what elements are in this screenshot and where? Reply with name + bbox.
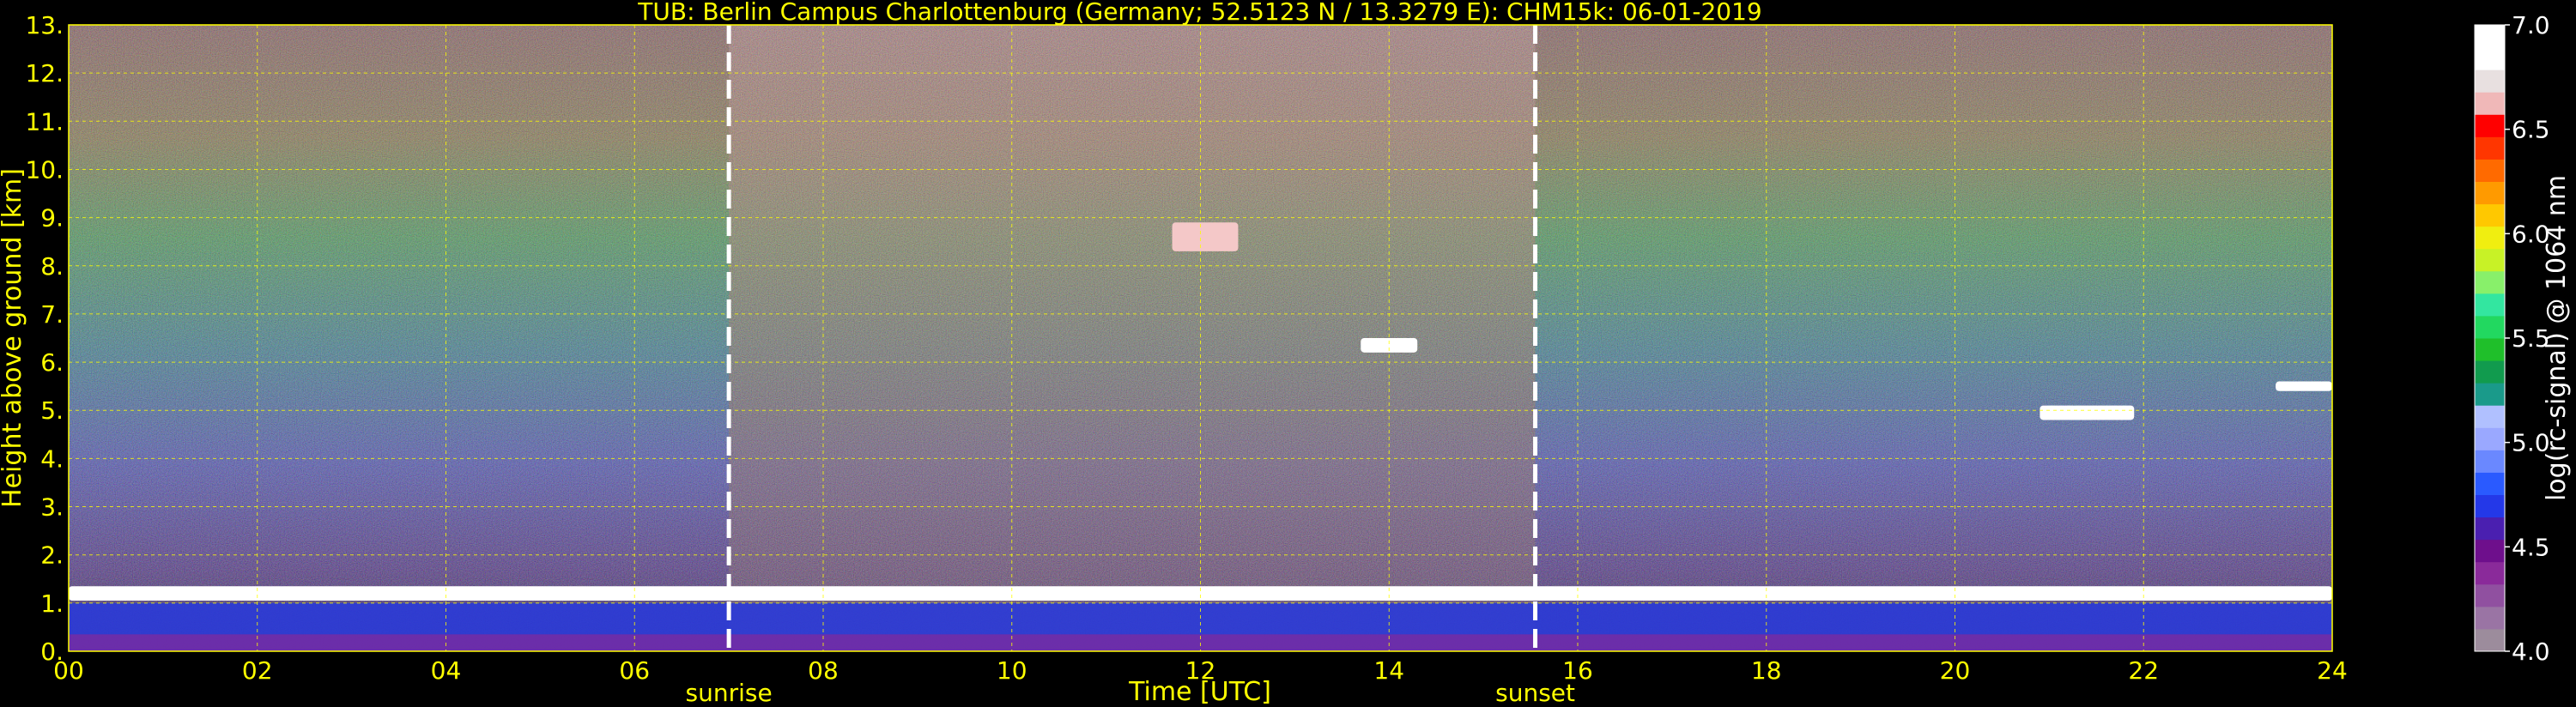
cloud-layer-1 bbox=[1172, 222, 1239, 251]
colorbar: 4.04.55.05.56.06.57.0 bbox=[2474, 11, 2550, 666]
colorbar-tick-label: 7.0 bbox=[2512, 11, 2550, 39]
cloud-layer-3 bbox=[2040, 405, 2135, 420]
colorbar-swatch bbox=[2475, 405, 2505, 428]
y-tick-label: 4. bbox=[40, 444, 64, 473]
x-tick-label: 18 bbox=[1751, 656, 1782, 685]
colorbar-swatch bbox=[2475, 338, 2505, 361]
y-tick-label: 6. bbox=[40, 348, 64, 377]
colorbar-swatch bbox=[2475, 517, 2505, 541]
x-tick-label: 10 bbox=[997, 656, 1027, 685]
x-tick-label: 22 bbox=[2128, 656, 2159, 685]
colorbar-tick-label: 6.5 bbox=[2512, 116, 2550, 144]
colorbar-swatch bbox=[2475, 114, 2505, 137]
colorbar-tick-label: 4.0 bbox=[2512, 638, 2550, 666]
y-tick-label: 12. bbox=[25, 59, 64, 88]
colorbar-swatch bbox=[2475, 69, 2505, 93]
colorbar-swatch bbox=[2475, 315, 2505, 339]
y-tick-label: 2. bbox=[40, 541, 64, 570]
x-tick-label: 04 bbox=[431, 656, 462, 685]
colorbar-swatch bbox=[2475, 226, 2505, 250]
y-tick-label: 5. bbox=[40, 396, 64, 425]
x-tick-label: 06 bbox=[619, 656, 650, 685]
y-tick-label: 13. bbox=[25, 11, 64, 39]
cloud-layer-4 bbox=[2276, 381, 2332, 391]
y-tick-label: 9. bbox=[40, 204, 64, 233]
ceilometer-chart: 0.1.2.3.4.5.6.7.8.9.10.11.12.13. 00 02 04 0… bbox=[0, 0, 2572, 707]
colorbar-swatch bbox=[2475, 136, 2505, 160]
colorbar-swatch bbox=[2475, 92, 2505, 115]
y-tick-label: 3. bbox=[40, 493, 64, 522]
colorbar-swatch bbox=[2475, 539, 2505, 563]
y-tick-label: 8. bbox=[40, 252, 64, 281]
colorbar-swatch bbox=[2475, 494, 2505, 518]
event-label-sunset: sunset bbox=[1495, 679, 1575, 707]
colorbar-swatch bbox=[2475, 159, 2505, 182]
colorbar-swatch bbox=[2475, 47, 2505, 70]
noise-texture bbox=[69, 25, 2332, 651]
colorbar-swatch bbox=[2475, 450, 2505, 473]
x-tick-label: 00 bbox=[53, 656, 84, 685]
colorbar-swatch bbox=[2475, 427, 2505, 450]
x-tick-label: 02 bbox=[242, 656, 273, 685]
y-tick-label: 11. bbox=[25, 107, 64, 136]
y-tick-label: 1. bbox=[40, 589, 64, 618]
colorbar-swatch bbox=[2475, 360, 2505, 384]
colorbar-label: log(rc-signal) @ 1064 nm bbox=[2542, 175, 2572, 501]
colorbar-swatch bbox=[2475, 383, 2505, 406]
plot-area bbox=[69, 25, 2332, 651]
x-tick-label: 20 bbox=[1940, 656, 1971, 685]
y-tick-label: 10. bbox=[25, 155, 64, 184]
x-tick-label: 14 bbox=[1373, 656, 1404, 685]
colorbar-swatch bbox=[2475, 293, 2505, 317]
event-label-sunrise: sunrise bbox=[686, 679, 773, 707]
colorbar-swatch bbox=[2475, 583, 2505, 607]
colorbar-swatch bbox=[2475, 248, 2505, 272]
chart-title: TUB: Berlin Campus Charlottenburg (Germa… bbox=[637, 0, 1761, 26]
x-tick-label: 24 bbox=[2317, 656, 2348, 685]
colorbar-swatch bbox=[2475, 628, 2505, 652]
x-tick-label: 08 bbox=[808, 656, 839, 685]
y-tick-label: 7. bbox=[40, 300, 64, 329]
x-axis-label: Time [UTC] bbox=[1128, 677, 1271, 707]
colorbar-swatch bbox=[2475, 561, 2505, 585]
colorbar-swatch bbox=[2475, 181, 2505, 205]
colorbar-swatch bbox=[2475, 270, 2505, 294]
colorbar-swatch bbox=[2475, 472, 2505, 495]
y-axis-label: Height above ground [km] bbox=[0, 168, 27, 508]
colorbar-swatch bbox=[2475, 25, 2505, 48]
colorbar-tick-label: 4.5 bbox=[2512, 533, 2550, 561]
colorbar-swatch bbox=[2475, 606, 2505, 630]
y-ticks: 0.1.2.3.4.5.6.7.8.9.10.11.12.13. bbox=[25, 11, 64, 666]
colorbar-swatch bbox=[2475, 203, 2505, 227]
